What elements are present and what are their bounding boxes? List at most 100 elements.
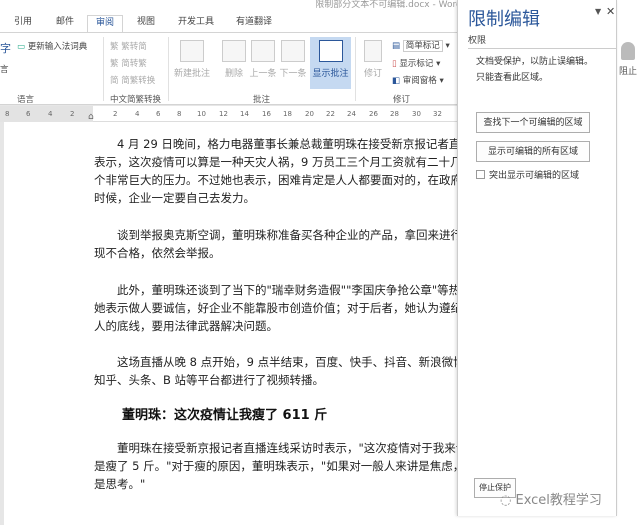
paragraph-line: 个非常巨大的压力。不过她也表示，困难肯定是人人都要面对的，在政府给 <box>94 172 474 188</box>
ruler-tick: 8 <box>5 110 9 118</box>
paragraph-line: 这场直播从晚 8 点开始，9 点半结束，百度、快手、抖音、新浪微博 <box>117 354 465 370</box>
paragraph-line: 谈到举报奥克斯空调，董明珠称准备买各种企业的产品，拿回来进行检 <box>117 227 474 243</box>
highlight-editable-checkbox[interactable]: 突出显示可编辑的区域 <box>476 168 579 181</box>
delete-label: 删除 <box>225 69 243 79</box>
s2t-button[interactable]: 繁 简转繁 <box>110 57 147 69</box>
person-icon <box>621 42 635 60</box>
ruler-tick: 16 <box>262 110 271 118</box>
divider <box>103 37 104 101</box>
close-icon[interactable]: ✕ <box>606 5 615 18</box>
group-tracking-label: 修订 <box>393 93 410 105</box>
ruler-tick: 22 <box>326 110 335 118</box>
t2s-label: 繁转简 <box>121 42 147 52</box>
protection-message: 文档受保护，以防止误编辑。 <box>476 54 593 67</box>
paragraph-line: 是思考。" <box>94 476 145 492</box>
pane-title: 限制编辑 <box>468 5 540 31</box>
show-all-editable-button[interactable]: 显示可编辑的所有区域 <box>476 141 590 162</box>
block-authors-button[interactable]: 阻止 <box>619 64 637 77</box>
ruler-tick: 2 <box>113 110 117 118</box>
show-markup-button[interactable]: ▯ 显示标记 ▾ <box>392 57 440 69</box>
new-comment-button[interactable]: 新建批注 <box>172 37 212 89</box>
ruler-tick: 4 <box>135 110 139 118</box>
ribbon-overflow-strip: 阻止 <box>617 0 640 525</box>
update-ime-label: 更新输入法词典 <box>28 42 88 52</box>
show-markup-label: 显示标记 <box>399 59 433 69</box>
pane-options-icon[interactable]: ▼ <box>595 7 601 16</box>
tab-youdao[interactable]: 有道翻译 <box>236 15 272 32</box>
ruler-tick: 8 <box>177 110 181 118</box>
paragraph-line: 她表示做人要诚信，好企业不能靠股市创造价值；对于后者，她认为遵纪守 <box>94 300 474 316</box>
paragraph-line: 知乎、头条、B 站等平台都进行了视频转播。 <box>94 372 324 388</box>
group-language-label: 语言 <box>17 93 34 105</box>
ruler-tick: 20 <box>305 110 314 118</box>
convert-button[interactable]: 简 简繁转换 <box>110 74 155 86</box>
s2t-label: 简转繁 <box>121 59 147 69</box>
ruler-tick: 32 <box>433 110 442 118</box>
ruler-tick: 4 <box>48 110 52 118</box>
ruler-tick: 28 <box>390 110 399 118</box>
convert-label: 简繁转换 <box>121 76 155 86</box>
group-chinese-label: 中文简繁转换 <box>110 93 161 105</box>
ruler-tick: 6 <box>156 110 160 118</box>
paragraph-line: 是瘦了 5 斤。"对于瘦的原因，董明珠表示，"如果对一般人来讲是焦虑，那么 <box>94 458 487 474</box>
new-comment-label: 新建批注 <box>174 69 210 79</box>
language-button-2[interactable]: 言 <box>0 63 9 75</box>
ruler-margin <box>0 106 93 122</box>
review-pane-icon: ◧ <box>392 76 400 86</box>
highlight-label: 突出显示可编辑的区域 <box>489 168 579 181</box>
markup-dropdown[interactable]: ▤ 简单标记 ▾ <box>392 39 450 51</box>
paragraph-line: 此外，董明珠还谈到了当下的"瑞幸财务造假""李国庆争抢公章"等热点 <box>117 282 472 298</box>
paragraph-line: 时候，企业一定要自己去发力。 <box>94 190 255 206</box>
tab-references[interactable]: 引用 <box>14 15 32 32</box>
ruler-tick: 26 <box>369 110 378 118</box>
paragraph-line: 4 月 29 日晚间，格力电器董事长兼总裁董明珠在接受新京报记者直播 <box>117 136 472 152</box>
ruler-tick: 24 <box>347 110 356 118</box>
show-comments-label: 显示批注 <box>312 69 348 79</box>
paragraph-line: 现不合格，依然会举报。 <box>94 245 221 261</box>
paragraph-line: 人的底线，要用法律武器解决问题。 <box>94 318 278 334</box>
find-next-editable-button[interactable]: 查找下一个可编辑的区域 <box>476 112 590 133</box>
checkbox-icon[interactable] <box>476 170 485 179</box>
wechat-icon: ◌ <box>500 493 511 508</box>
update-ime-button[interactable]: ▭ 更新输入法词典 <box>17 40 87 52</box>
arrow-right-icon <box>281 40 305 62</box>
ruler-tick: 14 <box>240 110 249 118</box>
show-markup-icon: ▯ <box>392 59 397 69</box>
restrict-editing-pane: 限制编辑 ▼ ✕ 权限 文档受保护，以防止误编辑。 只能查看此区域。 查找下一个… <box>457 0 617 516</box>
markup-value: 简单标记 <box>403 40 443 52</box>
paragraph-line: 董明珠在接受新京报记者直播连线采访时表示，"这次疫情对于我来讲 <box>117 440 467 456</box>
next-comment-button[interactable]: 下一条 <box>273 37 313 89</box>
track-label: 修订 <box>364 69 382 79</box>
tab-view[interactable]: 视图 <box>137 15 155 32</box>
review-pane-button[interactable]: ◧ 审阅窗格 ▾ <box>392 74 444 86</box>
tab-review[interactable]: 审阅 <box>87 15 123 32</box>
t2s-button[interactable]: 繁 繁转简 <box>110 40 147 52</box>
indent-marker-icon[interactable]: ⌂ <box>88 112 94 122</box>
dictionary-icon: ▭ <box>17 42 25 52</box>
language-button[interactable]: 字 <box>0 40 11 56</box>
watermark-text: Excel教程学习 <box>515 493 601 508</box>
next-label: 下一条 <box>279 69 306 79</box>
view-only-message: 只能查看此区域。 <box>476 70 548 83</box>
ruler-tick: 10 <box>197 110 206 118</box>
tab-developer[interactable]: 开发工具 <box>178 15 214 32</box>
ruler-tick: 6 <box>26 110 30 118</box>
section-heading: 董明珠：这次疫情让我瘦了 611 斤 <box>122 404 327 423</box>
ruler-tick: 30 <box>412 110 421 118</box>
track-changes-icon <box>364 40 382 62</box>
review-pane-label: 审阅窗格 <box>403 76 437 86</box>
watermark: ◌ Excel教程学习 <box>500 489 602 508</box>
show-comments-button[interactable]: 显示批注 <box>310 37 351 89</box>
permissions-heading: 权限 <box>468 33 616 49</box>
paragraph-line: 表示，这次疫情可以算是一种天灾人祸，9 万员工三个月工资就有二十几个 <box>94 154 473 170</box>
tab-mailings[interactable]: 邮件 <box>56 15 74 32</box>
ruler-tick: 2 <box>70 110 74 118</box>
comments-pane-icon <box>319 40 343 62</box>
ruler-tick: 12 <box>219 110 228 118</box>
divider <box>168 37 169 101</box>
ruler-tick: 18 <box>283 110 292 118</box>
track-changes-button[interactable]: 修订 <box>356 37 390 89</box>
arrow-left-icon <box>251 40 275 62</box>
markup-icon: ▤ <box>392 41 400 51</box>
new-comment-icon <box>180 40 204 62</box>
